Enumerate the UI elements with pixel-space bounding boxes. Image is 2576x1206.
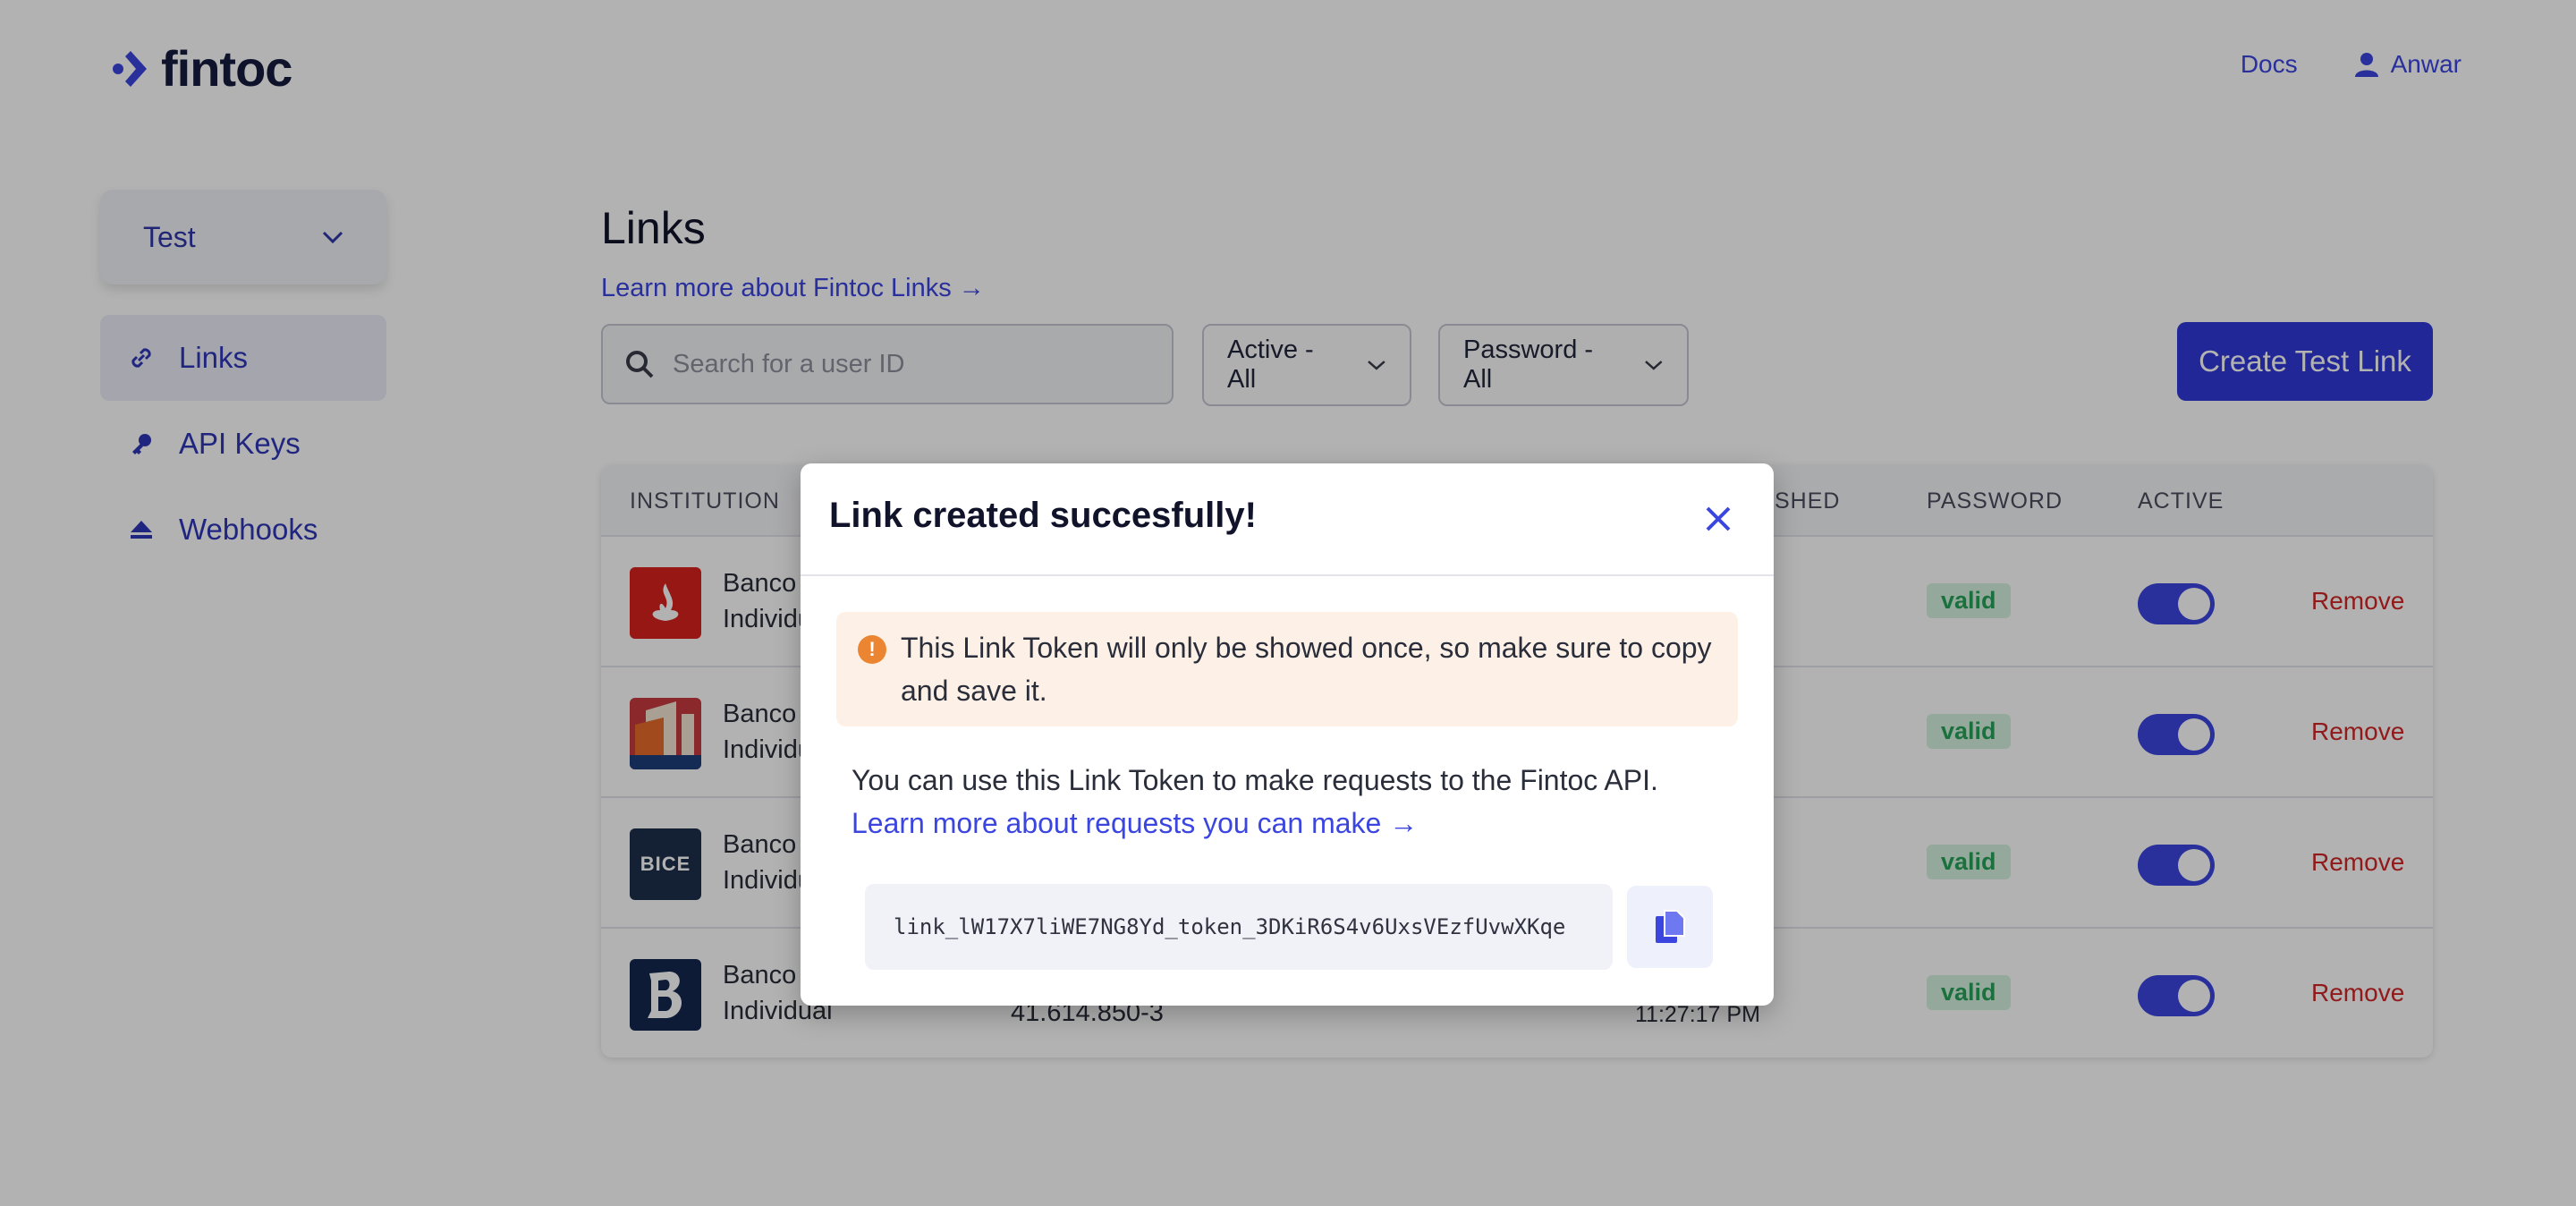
close-icon [1706,506,1731,531]
link-token-field[interactable]: link_lW17X7liWE7NG8Yd_token_3DKiR6S4v6Ux… [865,884,1613,970]
token-info: You can use this Link Token to make requ… [852,759,1658,845]
close-button[interactable] [1702,503,1734,535]
token-info-text: You can use this Link Token to make requ… [852,764,1658,796]
warning-alert: ! This Link Token will only be showed on… [836,612,1738,726]
learn-more-requests-link[interactable]: Learn more about requests you can make → [852,802,1658,845]
warning-text: This Link Token will only be showed once… [901,632,1712,707]
link-token-value: link_lW17X7liWE7NG8Yd_token_3DKiR6S4v6Ux… [894,914,1566,939]
app-root: fintoc Docs Anwar Test Links API Keys We… [0,0,2576,1206]
warning-icon: ! [858,635,886,664]
modal-title: Link created succesfully! [829,496,1257,535]
link-created-modal: Link created succesfully! ! This Link To… [801,463,1774,1006]
modal-header: Link created succesfully! [801,463,1774,576]
copy-token-button[interactable] [1627,886,1713,968]
copy-icon [1656,910,1685,943]
